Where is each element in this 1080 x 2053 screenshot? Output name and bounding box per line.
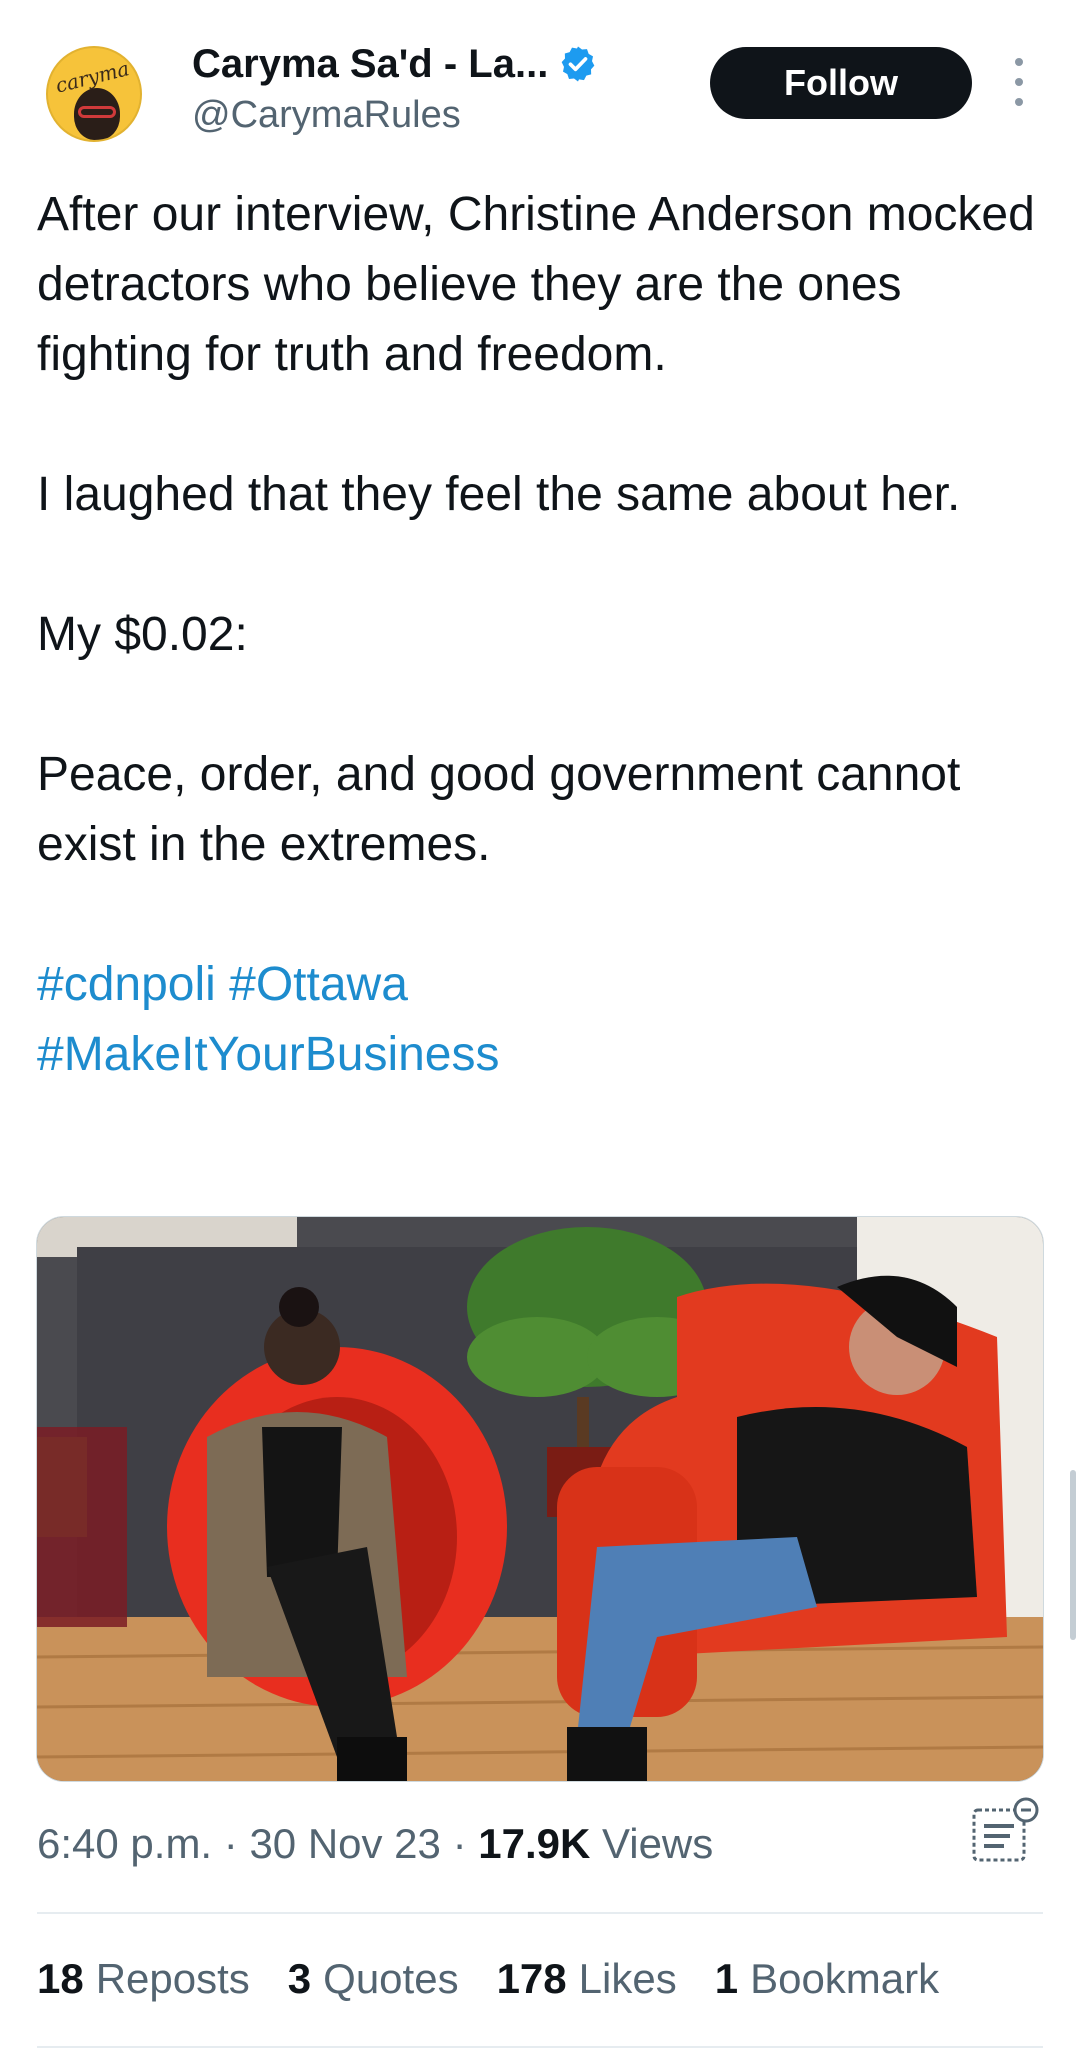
verified-badge-icon — [561, 46, 595, 82]
engagement-stats: 18 Reposts 3 Quotes 178 Likes 1 Bookmark — [37, 1955, 977, 2003]
views-label: Views — [601, 1820, 714, 1867]
reposts-stat[interactable]: 18 Reposts — [37, 1955, 250, 2003]
views-count: 17.9K — [478, 1820, 591, 1867]
more-dot — [1015, 98, 1023, 106]
more-dot — [1015, 78, 1023, 86]
avatar-glasses — [78, 106, 116, 118]
divider — [37, 1912, 1043, 1914]
bookmarks-stat[interactable]: 1 Bookmark — [715, 1955, 939, 2003]
tweet-paragraph: My $0.02: — [37, 608, 248, 661]
more-vertical-icon[interactable] — [1004, 58, 1034, 106]
hashtag-links[interactable]: #cdnpoli #Ottawa — [37, 950, 1047, 1020]
tweet-header: caryma rules Caryma Sa'd - La... @Caryma… — [0, 0, 1080, 150]
avatar[interactable]: caryma rules — [46, 46, 142, 142]
name-row[interactable]: Caryma Sa'd - La... — [192, 38, 598, 90]
meta-separator: · — [212, 1820, 250, 1867]
display-name[interactable]: Caryma Sa'd - La... — [192, 42, 548, 87]
more-dot — [1015, 58, 1023, 66]
meta-separator: · — [440, 1820, 479, 1867]
divider — [37, 2046, 1043, 2048]
quotes-stat[interactable]: 3 Quotes — [288, 1955, 459, 2003]
tweet-paragraph: Peace, order, and good government cannot… — [37, 748, 974, 871]
tweet-meta: 6:40 p.m. · 30 Nov 23 · 17.9K Views — [37, 1820, 713, 1868]
scrollbar[interactable] — [1070, 1470, 1076, 1640]
user-handle[interactable]: @CarymaRules — [192, 94, 461, 137]
tweet-photo[interactable] — [36, 1216, 1044, 1782]
follow-button[interactable]: Follow — [710, 47, 972, 119]
tweet-text: After our interview, Christine Anderson … — [37, 180, 1047, 1090]
tweet-time[interactable]: 6:40 p.m. — [37, 1820, 212, 1867]
interview-photo-illustration — [37, 1217, 1043, 1781]
hashtag-link-makeityourbusiness[interactable]: #MakeItYourBusiness — [37, 1020, 1047, 1090]
tweet-paragraph: After our interview, Christine Anderson … — [37, 188, 1049, 381]
tweet-paragraph: I laughed that they feel the same about … — [37, 468, 961, 521]
tweet-date[interactable]: 30 Nov 23 — [249, 1820, 440, 1867]
likes-stat[interactable]: 178 Likes — [497, 1955, 677, 2003]
analytics-icon[interactable] — [970, 1796, 1040, 1866]
